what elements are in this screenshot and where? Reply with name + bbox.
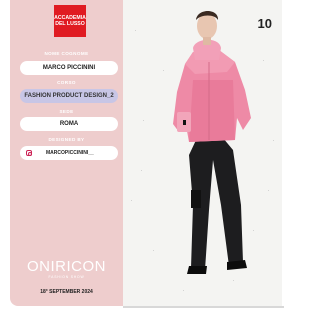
bottom-divider [123, 306, 284, 308]
event-brand: ONIRICON [27, 258, 106, 275]
site-label: SEDE [59, 109, 74, 114]
logo-line-2: DEL LUSSO [55, 21, 85, 27]
course-label: CORSO [57, 80, 76, 85]
course-value: FASHION PRODUCT DESIGN_2 [20, 89, 118, 103]
designer-label: DESIGNED BY [48, 137, 85, 142]
event-date: 18° SEPTEMBER 2024 [40, 289, 93, 295]
model-figure [173, 11, 251, 274]
instagram-handle: MARCOPICCININI__ [46, 150, 94, 156]
academy-logo: ACCADEMIA DEL LUSSO [54, 5, 86, 37]
instagram-icon [26, 150, 32, 156]
instagram-handle-pill[interactable]: MARCOPICCININI__ [20, 146, 118, 160]
name-label: NOME COGNOME [44, 51, 89, 56]
name-value: MARCO PICCININI [20, 61, 118, 75]
event-brand-sub: FASHION SHOW [48, 275, 85, 279]
look-photo: 10 [123, 0, 282, 306]
look-number: 10 [257, 16, 272, 31]
site-value: ROMA [20, 117, 118, 131]
